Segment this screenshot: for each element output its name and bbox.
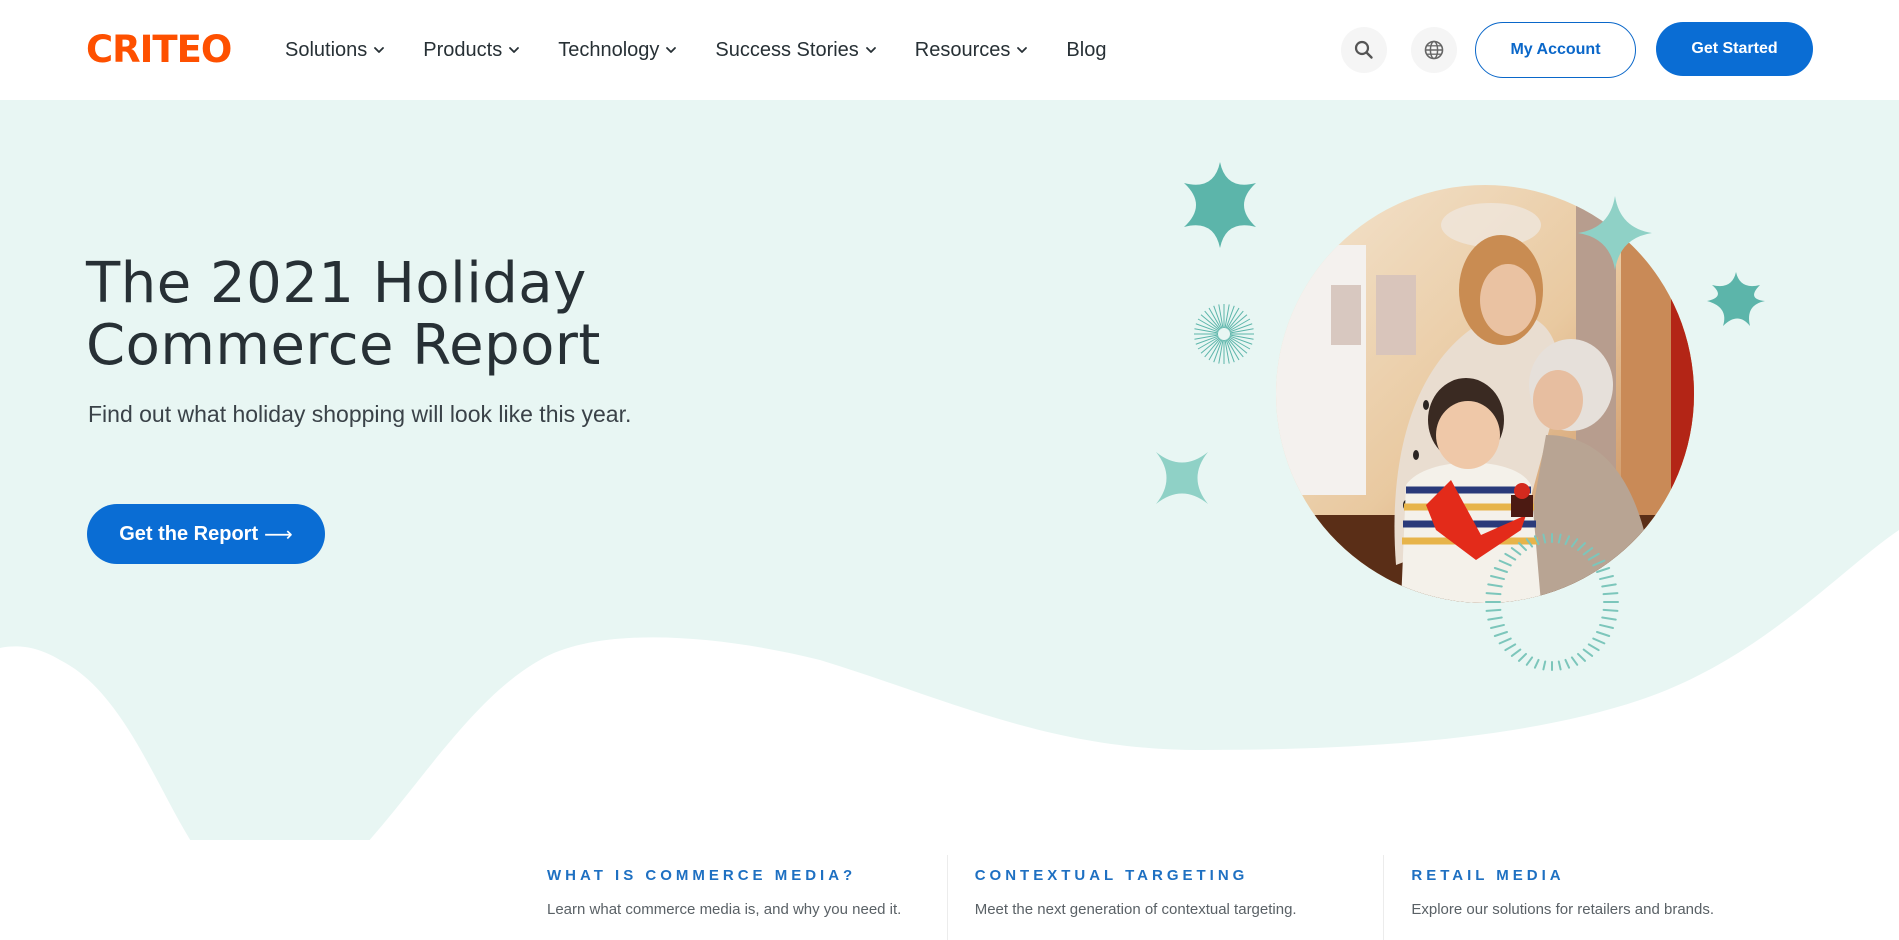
feature-title[interactable]: CONTEXTUAL TARGETING [975,867,1384,884]
ring-dash [1498,559,1512,567]
ring-dash [1485,592,1502,596]
feature-description: Explore our solutions for retailers and … [1411,901,1715,918]
site-header: CRITEO Solutions Products Technology Suc… [0,0,1899,100]
language-button[interactable] [1411,27,1457,73]
ring-dash [1602,608,1619,612]
nav-item-label: Blog [1066,39,1107,61]
ring-dash [1510,547,1522,556]
ring-dash [1570,538,1579,548]
ring-dash [1602,592,1619,596]
ring-dash [1490,623,1505,630]
my-account-button[interactable]: My Account [1475,22,1636,78]
starburst-icon [1194,304,1254,364]
ring-dash [1601,616,1617,621]
arrow-right-icon: ⟶ [264,523,293,546]
ring-dash [1510,648,1522,657]
nav-item-label: Solutions [285,39,368,61]
ring-dash [1582,547,1594,556]
sparkle-star-icon [1707,272,1765,326]
ring-dash [1570,656,1579,666]
ring-dash [1592,559,1606,567]
nav-item-label: Technology [558,39,660,61]
button-label: Get the Report [119,522,259,545]
criteo-logo[interactable]: CRITEO [86,31,232,68]
nav-item-products[interactable]: Products [423,36,520,64]
ring-dash [1596,631,1611,637]
ring-dash [1504,552,1517,561]
main-nav: Solutions Products Technology Success St… [285,36,1144,64]
search-button[interactable] [1341,27,1387,73]
ring-dash [1498,637,1512,645]
ring-dash [1487,583,1503,588]
nav-item-success-stories[interactable]: Success Stories [715,36,876,64]
feature-description: Meet the next generation of contextual t… [974,901,1297,918]
chevron-down-icon [374,47,385,53]
feature-title[interactable]: RETAIL MEDIA [1411,867,1820,884]
ring-dash [1525,538,1534,548]
feature-description: Learn what commerce media is, and why yo… [547,901,902,918]
nav-item-label: Products [423,39,503,61]
sparkle-star-icon [1156,452,1208,504]
ring-dash [1599,574,1614,581]
ring-dash [1564,658,1571,669]
ring-dash [1542,660,1547,671]
ring-dash [1533,535,1540,546]
ring-dash [1557,533,1562,544]
chevron-down-icon [666,47,677,53]
ring-dash [1504,643,1517,652]
ring-dash [1599,623,1614,630]
ring-dash [1587,643,1600,652]
ring-dash [1596,567,1611,573]
ring-dash [1582,648,1594,657]
feature-links: WHAT IS COMMERCE MEDIA? Learn what comme… [520,855,1820,940]
feature-card[interactable]: RETAIL MEDIA Explore our solutions for r… [1383,855,1820,940]
nav-item-label: Resources [914,39,1011,61]
nav-item-label: Success Stories [715,39,859,61]
globe-icon [1424,40,1444,60]
feature-title[interactable]: WHAT IS COMMERCE MEDIA? [547,867,947,884]
nav-item-resources[interactable]: Resources [915,36,1029,64]
chevron-down-icon [865,47,876,53]
get-the-report-button[interactable]: Get the Report ⟶ [87,504,325,564]
ring-dash [1542,533,1547,544]
nav-item-solutions[interactable]: Solutions [285,36,385,64]
ring-dash [1533,658,1540,669]
ring-dash [1592,637,1606,645]
ring-dash [1577,652,1586,662]
ring-dash [1485,608,1502,612]
chevron-down-icon [509,47,520,53]
search-icon [1354,40,1373,59]
ring-dash [1493,631,1508,637]
ring-dash [1518,652,1527,662]
sparkle-star-icon [1578,196,1652,270]
ring-dash [1487,616,1503,621]
hero-title: The 2021 Holiday Commerce Report [86,251,601,378]
ring-dash [1557,660,1562,671]
ring-dash [1587,552,1600,561]
sparkle-star-icon [1184,162,1256,248]
ring-dash [1493,567,1508,573]
ring-dash [1525,656,1534,666]
ring-dash [1577,542,1586,552]
feature-card[interactable]: CONTEXTUAL TARGETING Meet the next gener… [946,855,1384,940]
nav-item-blog[interactable]: Blog [1066,36,1106,64]
ring-dash [1601,583,1617,588]
dashed-ring-icon [1485,533,1619,671]
chevron-down-icon [1017,47,1028,53]
feature-card[interactable]: WHAT IS COMMERCE MEDIA? Learn what comme… [520,855,947,940]
ring-dash [1518,542,1527,552]
nav-item-technology[interactable]: Technology [558,36,677,64]
ring-dash [1564,535,1571,546]
get-started-button[interactable]: Get Started [1656,22,1813,76]
hero-subtitle: Find out what holiday shopping will look… [88,401,632,427]
ring-dash [1490,574,1505,581]
